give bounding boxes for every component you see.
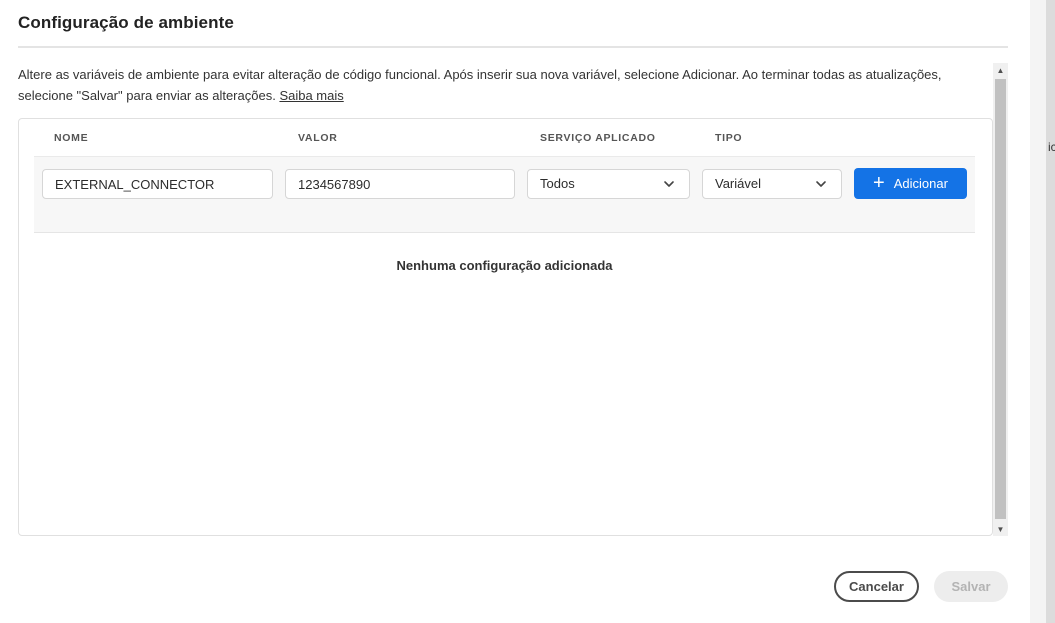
scroll-up-arrow-icon[interactable]: ▲ — [993, 63, 1008, 77]
type-select-value: Variável — [715, 176, 762, 191]
add-variable-button[interactable]: + Adicionar — [854, 168, 967, 199]
service-select-value: Todos — [540, 176, 575, 191]
chevron-down-icon — [816, 181, 826, 187]
column-header-service: SERVIÇO APLICADO — [540, 132, 656, 144]
dialog-title: Configuração de ambiente — [18, 13, 234, 32]
column-header-name: NOME — [54, 132, 89, 144]
environment-config-dialog: Configuração de ambiente Altere as variá… — [0, 0, 1030, 623]
background-page: ic — [1030, 0, 1055, 623]
background-text-fragment: ic — [1048, 140, 1055, 154]
save-button[interactable]: Salvar — [934, 571, 1008, 602]
scrollbar-thumb[interactable] — [995, 79, 1006, 519]
name-input[interactable] — [42, 169, 273, 199]
chevron-down-icon — [664, 181, 674, 187]
empty-state-message: Nenhuma configuração adicionada — [396, 258, 613, 273]
cancel-button[interactable]: Cancelar — [834, 571, 919, 602]
column-header-value: VALOR — [298, 132, 338, 144]
service-select[interactable]: Todos — [527, 169, 690, 199]
vertical-scrollbar[interactable]: ▲ ▼ — [993, 63, 1008, 536]
background-scroll-edge — [1046, 0, 1055, 623]
title-divider — [18, 46, 1008, 48]
description-text: Altere as variáveis de ambiente para evi… — [18, 67, 942, 103]
add-button-label: Adicionar — [893, 176, 948, 191]
column-header-type: TIPO — [715, 132, 743, 144]
type-select[interactable]: Variável — [702, 169, 842, 199]
dialog-description: Altere as variáveis de ambiente para evi… — [18, 64, 988, 106]
plus-icon: + — [873, 171, 885, 194]
scroll-down-arrow-icon[interactable]: ▼ — [993, 522, 1008, 536]
learn-more-link[interactable]: Saiba mais — [279, 88, 343, 103]
value-input[interactable] — [285, 169, 515, 199]
